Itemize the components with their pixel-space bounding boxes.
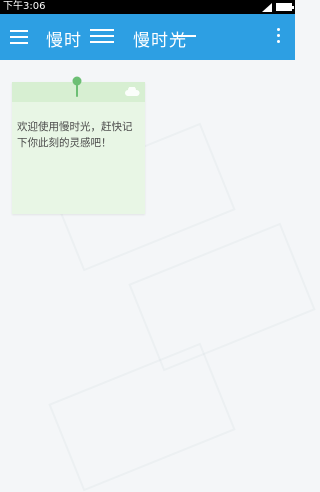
app-title-left: 慢时: [46, 31, 82, 51]
signal-icon: [262, 2, 272, 12]
app-bar: 慢时 慢时光: [0, 14, 295, 60]
watermark: [128, 222, 316, 372]
pin-icon: [72, 76, 82, 97]
title-dash: [174, 35, 196, 37]
note-card[interactable]: 欢迎使用慢时光，赶快记下你此刻的灵感吧！: [12, 76, 145, 214]
watermark: [48, 342, 236, 492]
title-separator-lines: [90, 29, 114, 47]
battery-icon: [276, 3, 294, 11]
menu-icon[interactable]: [10, 30, 28, 44]
cloud-icon[interactable]: [125, 87, 140, 97]
more-vert-icon[interactable]: [277, 28, 281, 46]
status-bar: 下午3:06: [0, 0, 295, 14]
app-title-right: 慢时光: [133, 31, 187, 51]
status-icons: [262, 2, 294, 12]
status-time: 下午3:06: [3, 1, 46, 12]
note-text: 欢迎使用慢时光，赶快记下你此刻的灵感吧！: [17, 121, 133, 149]
note-header: [12, 76, 145, 102]
